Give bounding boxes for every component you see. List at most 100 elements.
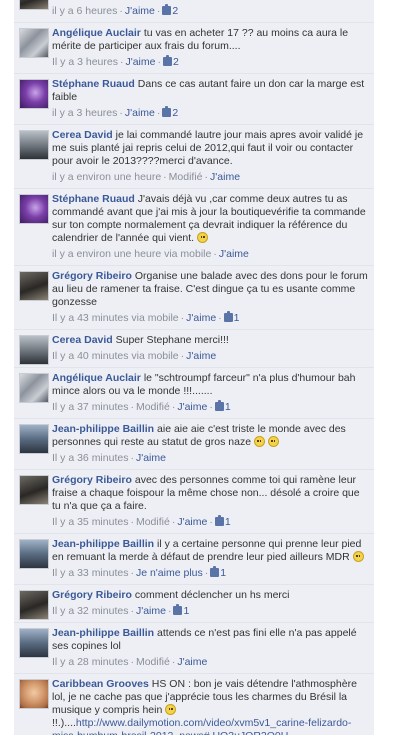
- like-count[interactable]: 1: [210, 566, 227, 579]
- like-button[interactable]: J'aime: [125, 5, 155, 17]
- like-button[interactable]: J'aime: [210, 171, 240, 183]
- smiley-emoji-icon: [253, 436, 265, 447]
- smiley-emoji-icon: [197, 232, 209, 243]
- comment-author-link[interactable]: Stéphane Ruaud: [52, 78, 135, 90]
- smiley-emoji-icon: [267, 436, 279, 447]
- comment-author-link[interactable]: Stéphane Ruaud: [52, 193, 135, 205]
- comment-meta: il y a environ une heure via mobile · J'ai…: [52, 248, 249, 260]
- comment-text: Jean-philippe Baillin aie aie aie c'est …: [52, 423, 370, 449]
- like-button[interactable]: J'aime: [177, 516, 207, 528]
- like-count[interactable]: 2: [162, 55, 179, 68]
- thumbs-up-icon: [210, 566, 220, 577]
- like-count[interactable]: 1: [223, 311, 240, 324]
- avatar[interactable]: [19, 424, 49, 454]
- like-count[interactable]: 2: [162, 4, 179, 17]
- like-button[interactable]: J'aime: [186, 350, 216, 362]
- comment-author-link[interactable]: Jean-philippe Baillin: [52, 627, 154, 639]
- comment-meta: Il y a 28 minutes · Modifié · J'aime: [52, 656, 208, 668]
- comment-timestamp: Il y a 32 minutes: [52, 605, 129, 617]
- thumbs-up-icon: [214, 515, 224, 526]
- comment-author-link[interactable]: Grégory Ribeiro: [52, 270, 132, 282]
- like-button[interactable]: J'aime: [219, 248, 249, 260]
- comment-author-link[interactable]: Caribbean Grooves: [52, 678, 149, 690]
- thumbs-up-icon: [173, 604, 183, 615]
- comment-timestamp: Il y a 35 minutes: [52, 516, 129, 528]
- modified-label[interactable]: Modifié: [136, 516, 170, 528]
- like-count[interactable]: 1: [214, 515, 231, 528]
- comment-meta: il y a 6 heures · J'aime · 2: [52, 4, 179, 17]
- comment-timestamp: il y a 3 heures: [52, 107, 118, 119]
- comment-item: il y a 6 heures · J'aime · 2: [14, 0, 374, 23]
- comment-timestamp: Il y a 43 minutes via mobile: [52, 312, 179, 324]
- like-count[interactable]: 1: [214, 400, 231, 413]
- like-button[interactable]: J'aime: [125, 56, 155, 68]
- avatar[interactable]: [19, 28, 49, 58]
- avatar[interactable]: [19, 590, 49, 620]
- avatar[interactable]: [19, 475, 49, 505]
- comment-item: Stéphane Ruaud J'avais déjà vu ,car comm…: [14, 189, 374, 266]
- comment-text: Stéphane Ruaud Dans ce cas autant faire …: [52, 78, 370, 104]
- modified-label[interactable]: Modifié: [169, 171, 203, 183]
- modified-label[interactable]: Modifié: [136, 656, 170, 668]
- like-count-value: 2: [172, 107, 179, 119]
- thumbs-up-icon: [223, 311, 233, 322]
- comment-timestamp: il y a environ une heure via mobile: [52, 248, 212, 260]
- comment-item: Grégory Ribeiro Organise une balade avec…: [14, 266, 374, 330]
- like-count-value: 1: [220, 567, 227, 579]
- modified-label[interactable]: Modifié: [136, 401, 170, 413]
- comment-message-continued: !!.)....: [52, 717, 76, 729]
- comment-meta: Il y a 33 minutes · Je n'aime plus · 1: [52, 566, 227, 579]
- comment-item: Cerea David je lai commandé lautre jour …: [14, 125, 374, 189]
- comment-text: Grégory Ribeiro Organise une balade avec…: [52, 270, 370, 309]
- avatar[interactable]: [19, 130, 49, 160]
- comment-author-link[interactable]: Grégory Ribeiro: [52, 474, 132, 486]
- thumbs-up-icon: [214, 400, 224, 411]
- comment-author-link[interactable]: Cerea David: [52, 129, 113, 141]
- like-count-value: 2: [172, 5, 179, 17]
- comment-item: Angélique Auclair le "schtroumpf farceur…: [14, 368, 374, 419]
- comment-text: Cerea David Super Stephane merci!!!: [52, 334, 370, 347]
- avatar[interactable]: [19, 79, 49, 109]
- like-button[interactable]: Je n'aime plus: [136, 567, 203, 579]
- like-button[interactable]: J'aime: [177, 656, 207, 668]
- avatar[interactable]: [19, 271, 49, 301]
- comment-text: Stéphane Ruaud J'avais déjà vu ,car comm…: [52, 193, 370, 245]
- comment-item: Stéphane Ruaud Dans ce cas autant faire …: [14, 74, 374, 125]
- comment-timestamp: Il y a 3 heures: [52, 56, 118, 68]
- avatar[interactable]: [19, 0, 49, 10]
- comment-message: comment déclencher un hs merci: [134, 589, 290, 601]
- comment-meta: Il y a 37 minutes · Modifié · J'aime · 1: [52, 400, 231, 413]
- comment-author-link[interactable]: Angélique Auclair: [52, 372, 141, 384]
- like-count-value: 1: [183, 605, 190, 617]
- comment-text: Jean-philippe Baillin il y a certaine pe…: [52, 538, 370, 564]
- smiley-emoji-icon: [352, 551, 364, 562]
- comment-url-link[interactable]: http://www.dailymotion.com/video/xvm5v1_…: [52, 717, 351, 735]
- comment-meta: Il y a 40 minutes via mobile · J'aime: [52, 350, 217, 362]
- comment-text: Angélique Auclair le "schtroumpf farceur…: [52, 372, 370, 398]
- comment-author-link[interactable]: Angélique Auclair: [52, 27, 141, 39]
- avatar[interactable]: [19, 628, 49, 658]
- like-button[interactable]: J'aime: [186, 312, 216, 324]
- comment-timestamp: il y a 6 heures: [52, 5, 118, 17]
- like-button[interactable]: J'aime: [136, 452, 166, 464]
- thumbs-up-icon: [162, 106, 172, 117]
- like-button[interactable]: J'aime: [136, 605, 166, 617]
- avatar[interactable]: [19, 335, 49, 365]
- comment-author-link[interactable]: Grégory Ribeiro: [52, 589, 132, 601]
- comment-author-link[interactable]: Jean-philippe Baillin: [52, 423, 154, 435]
- thumbs-up-icon: [162, 4, 172, 15]
- avatar[interactable]: [19, 679, 49, 709]
- comment-item: Jean-philippe Baillin il y a certaine pe…: [14, 534, 374, 585]
- comment-author-link[interactable]: Jean-philippe Baillin: [52, 538, 154, 550]
- avatar[interactable]: [19, 373, 49, 403]
- comment-author-link[interactable]: Cerea David: [52, 334, 113, 346]
- like-button[interactable]: J'aime: [125, 107, 155, 119]
- like-button[interactable]: J'aime: [177, 401, 207, 413]
- comment-meta: Il y a 35 minutes · Modifié · J'aime · 1: [52, 515, 231, 528]
- avatar[interactable]: [19, 539, 49, 569]
- like-count[interactable]: 2: [162, 106, 179, 119]
- comment-text: Jean-philippe Baillin attends ce n'est p…: [52, 627, 370, 653]
- comment-item: Grégory Ribeiro avec des personnes comme…: [14, 470, 374, 534]
- like-count[interactable]: 1: [173, 604, 190, 617]
- avatar[interactable]: [19, 194, 49, 224]
